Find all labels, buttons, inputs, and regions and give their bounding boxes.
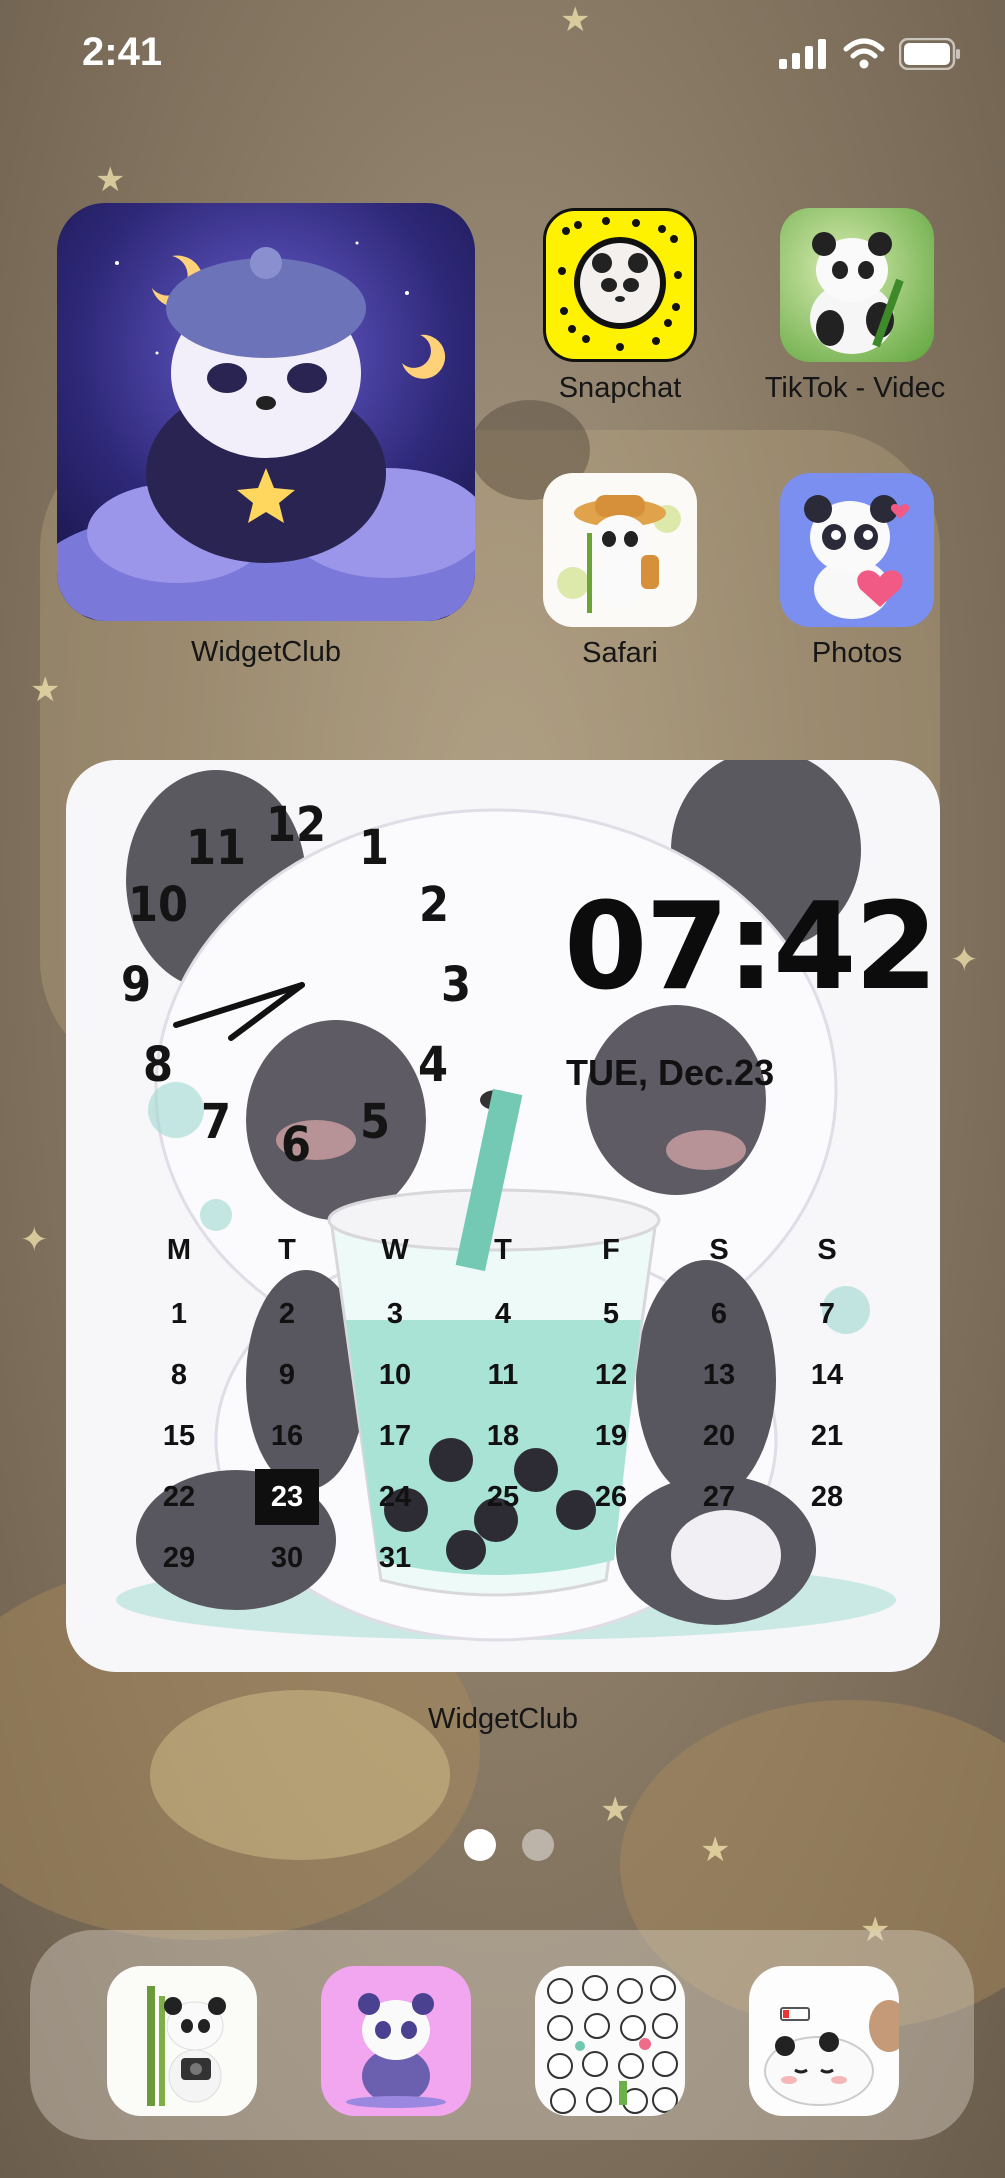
- tiktok-label: TikTok - Videc: [764, 372, 946, 404]
- calendar-day: 26: [594, 1480, 628, 1513]
- calendar-weekday: T: [278, 1233, 296, 1266]
- calendar-day: 19: [594, 1419, 628, 1452]
- calendar-day: 3: [386, 1297, 404, 1330]
- wifi-icon: [843, 38, 885, 69]
- photos-label: Photos: [811, 637, 903, 669]
- clock-numeral: 9: [120, 957, 152, 1013]
- snapchat-app-icon[interactable]: [543, 208, 697, 362]
- calendar-day: 29: [162, 1541, 196, 1574]
- clock-numeral: 12: [265, 797, 327, 853]
- calendar-day-today: 23: [255, 1469, 319, 1525]
- panda-camera-icon[interactable]: [107, 1966, 257, 2116]
- calendar-day: 20: [702, 1419, 736, 1452]
- clock-numeral: 6: [280, 1117, 312, 1173]
- clock-numeral: 4: [417, 1037, 449, 1093]
- clock-numeral: 8: [142, 1037, 174, 1093]
- calendar-weekday: M: [166, 1233, 192, 1266]
- widgetclub-widget-label: WidgetClub: [428, 1703, 578, 1735]
- calendar-day: 11: [487, 1358, 519, 1391]
- safari-label: Safari: [582, 637, 658, 669]
- calendar-day: 1: [170, 1297, 188, 1330]
- panda-bamboo-icon: [810, 232, 904, 354]
- calendar-day: 13: [702, 1358, 736, 1391]
- calendar-day: 30: [270, 1541, 304, 1574]
- calendar-day: 24: [378, 1480, 412, 1513]
- calendar-day: 31: [378, 1541, 412, 1574]
- widgetclub-label: WidgetClub: [191, 636, 341, 668]
- calendar-day: 8: [170, 1358, 188, 1391]
- date-text: TUE, Dec.23: [566, 1052, 775, 1093]
- calendar-weekday: S: [709, 1233, 729, 1266]
- widgetclub-photo-widget[interactable]: [57, 203, 475, 621]
- panda-sticker-grid-icon[interactable]: [535, 1966, 685, 2116]
- page-dot-current[interactable]: [464, 1829, 496, 1861]
- calendar-day: 28: [810, 1480, 844, 1513]
- calendar-day: 18: [486, 1419, 520, 1452]
- calendar-day: 12: [594, 1358, 628, 1391]
- clock-numeral: 11: [185, 820, 247, 876]
- panda-purple-icon[interactable]: [321, 1966, 471, 2116]
- photos-app-icon[interactable]: [780, 473, 934, 627]
- clock-numeral: 10: [127, 877, 189, 933]
- snapchat-label: Snapchat: [558, 372, 682, 404]
- calendar-weekday: T: [494, 1233, 512, 1266]
- calendar-day: 10: [378, 1358, 412, 1391]
- clock-calendar-widget[interactable]: 12 1 2 3 4 5 6 7 8 9 10 11 07:42 TUE, De…: [66, 760, 940, 1672]
- calendar-weekday: W: [381, 1233, 409, 1266]
- clock-numeral: 2: [418, 877, 450, 933]
- panda-sleeping-icon[interactable]: [749, 1966, 899, 2116]
- calendar-day: 27: [702, 1480, 736, 1513]
- clock-numeral: 1: [358, 820, 390, 876]
- calendar-day: 9: [278, 1358, 296, 1391]
- panda-explorer-icon: [557, 495, 681, 613]
- digital-time: 07:42: [564, 878, 938, 1017]
- calendar-day: 15: [162, 1419, 196, 1452]
- status-time: 2:41: [82, 30, 163, 74]
- calendar-day: 14: [810, 1358, 844, 1391]
- panda-heart-icon: [804, 495, 910, 619]
- safari-app-icon[interactable]: [543, 473, 697, 627]
- calendar-day: 22: [162, 1480, 196, 1513]
- calendar-weekday: S: [817, 1233, 837, 1266]
- battery-icon: [899, 38, 960, 70]
- panda-night-image: [57, 241, 475, 621]
- calendar-day: 2: [278, 1297, 296, 1330]
- calendar-day: 5: [602, 1297, 620, 1330]
- calendar-day: 7: [818, 1297, 836, 1330]
- page-dot[interactable]: [522, 1829, 554, 1861]
- cellular-signal-icon: [779, 39, 826, 69]
- calendar-weekday: F: [602, 1233, 620, 1266]
- dock: [30, 1930, 974, 2140]
- calendar-day: 17: [378, 1419, 412, 1452]
- tiktok-app-icon[interactable]: [780, 208, 934, 362]
- clock-numeral: 3: [440, 957, 472, 1013]
- clock-numeral: 7: [200, 1094, 232, 1150]
- calendar-day: 6: [710, 1297, 728, 1330]
- clock-numeral: 5: [359, 1094, 391, 1150]
- calendar-day: 16: [270, 1419, 304, 1452]
- snapcode-panda-icon: [558, 217, 682, 351]
- calendar-day: 21: [810, 1419, 844, 1452]
- calendar-day: 4: [494, 1297, 512, 1330]
- status-bar: 2:41: [0, 28, 1005, 78]
- calendar-day: 25: [486, 1480, 520, 1513]
